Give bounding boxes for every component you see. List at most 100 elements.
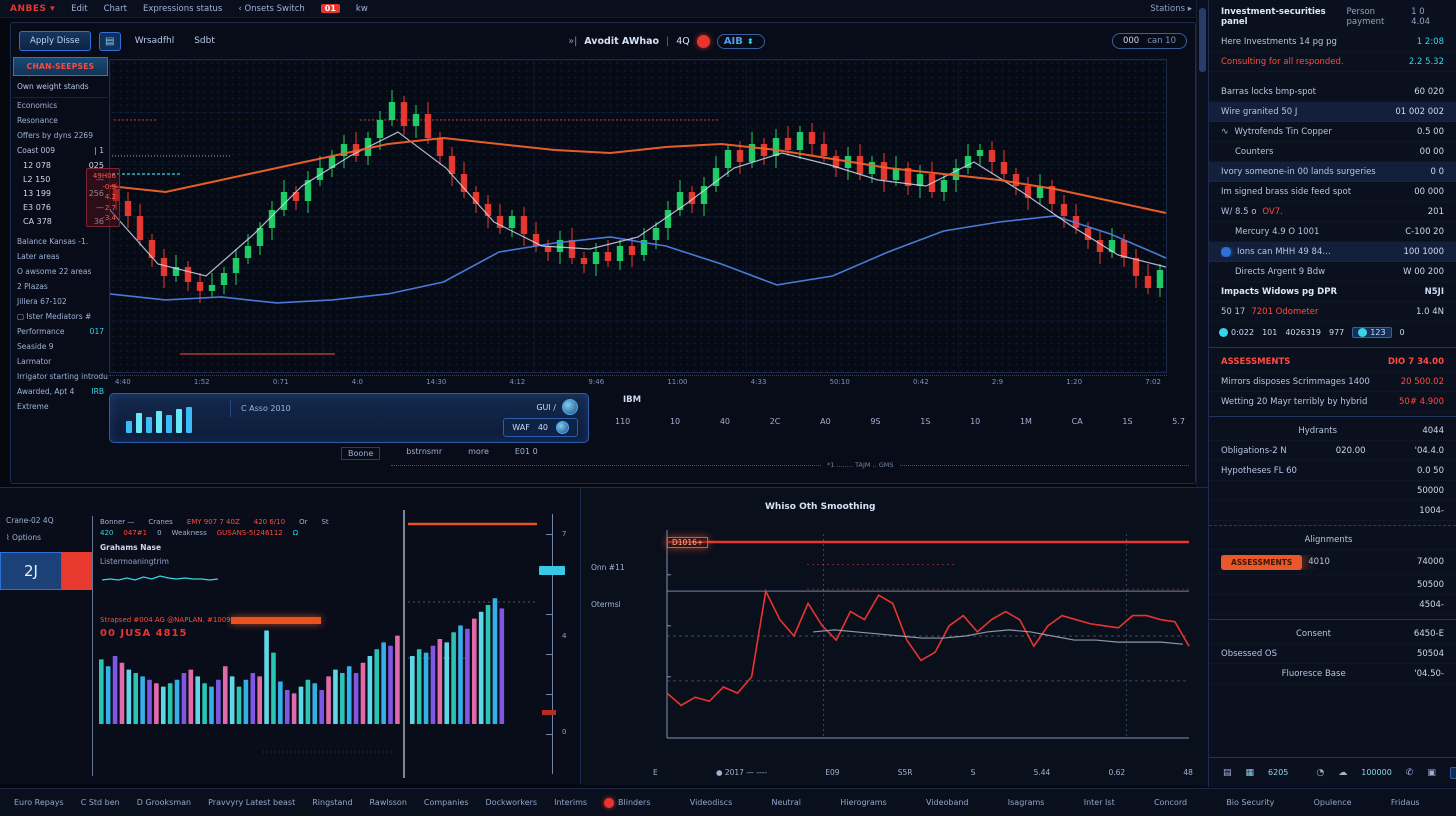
status-item-8[interactable]: Interims — [554, 798, 587, 807]
toolbar-icon-label-6[interactable]: 0000 — [1450, 767, 1456, 779]
timeframe-10-7[interactable]: 10 — [970, 417, 980, 426]
sidebar-item-low-8[interactable]: Larmator — [13, 354, 108, 369]
status-right-item-5[interactable]: Inter Ist — [1084, 798, 1115, 807]
stations-menu[interactable]: Stations ▸ — [1150, 4, 1192, 14]
sidebar-item-low-5[interactable]: ▢ Ister Mediators # — [13, 309, 108, 324]
gui-control[interactable]: GUI ∕ — [536, 399, 578, 415]
timeframe-CA-9[interactable]: CA — [1072, 417, 1083, 426]
top-menu-item-0[interactable]: Edit — [71, 4, 87, 14]
toolbar-icon-5[interactable]: ✆ — [1406, 768, 1414, 778]
stat-chip-1[interactable]: 101 — [1262, 328, 1277, 337]
sidebar-kv-10[interactable]: Awarded, Apt 4IRB — [13, 384, 108, 399]
rightbar-row-7[interactable]: Ivory someone-in 00 lands surgeries0 0 — [1209, 162, 1456, 182]
stat-chip-3[interactable]: 977 — [1329, 328, 1344, 337]
timeframe-5.7-11[interactable]: 5.7 — [1172, 417, 1185, 426]
status-right-item-9[interactable]: Fridaus — [1391, 798, 1420, 807]
stat-chip-2[interactable]: 4026319 — [1285, 328, 1321, 337]
timeframe-9S-5[interactable]: 9S — [870, 417, 880, 426]
status-item-2[interactable]: D Grooksman — [137, 798, 191, 807]
top-menu-item-3[interactable]: ‹ Onsets Switch — [238, 4, 304, 14]
status-right-item-0[interactable]: Videodiscs — [690, 798, 732, 807]
sidebar-item-low-9[interactable]: Irrigator starting introduced — [13, 369, 108, 384]
app-logo[interactable]: ANBES ▾ — [10, 4, 55, 14]
toolbar-icon-3[interactable]: ◔ — [1316, 768, 1324, 778]
timeframe-A0-4[interactable]: A0 — [820, 417, 831, 426]
top-menu-item-2[interactable]: Expressions status — [143, 4, 222, 14]
status-right-item-7[interactable]: Bio Security — [1226, 798, 1274, 807]
status-item-6[interactable]: Companies — [424, 798, 469, 807]
waf-control[interactable]: WAF 40 — [503, 418, 578, 437]
footer-tab-1[interactable]: bstrnsmr — [406, 447, 442, 460]
timeframe-label[interactable]: 4Q — [676, 36, 690, 47]
stat-chip-5[interactable]: 0 — [1400, 328, 1405, 337]
rightbar-row-11[interactable]: Ions can MHH 49 84…100 1000 — [1209, 242, 1456, 262]
sidebar-item-2[interactable]: Offers by dyns 2269 — [13, 128, 108, 143]
timeframe-1S-10[interactable]: 1S — [1122, 417, 1132, 426]
timeframe-1S-6[interactable]: 1S — [920, 417, 930, 426]
rightbar-subtitle[interactable]: Person payment — [1347, 7, 1412, 27]
status-item-3[interactable]: Pravvyry Latest beast — [208, 798, 295, 807]
ai-toggle[interactable]: AIB ⬍ — [717, 34, 765, 49]
top-menu-item-1[interactable]: Chart — [104, 4, 127, 14]
search-input[interactable]: C Asso 2010 — [230, 400, 301, 417]
volume-bars-chart[interactable] — [93, 510, 541, 778]
toolbar-icon-1[interactable]: ▦ — [1246, 768, 1255, 778]
footer-tab-2[interactable]: more — [468, 447, 489, 460]
apply-button[interactable]: Apply Disse — [19, 31, 91, 51]
scrollbar-thumb[interactable] — [1199, 8, 1206, 72]
status-item-4[interactable]: Ringstand — [312, 798, 352, 807]
rightbar-row-23: Hypotheses FL 600.0 50 — [1209, 461, 1456, 481]
stop-box[interactable] — [62, 552, 92, 590]
signal-line-chart[interactable] — [653, 530, 1193, 752]
sidebar-item-low-7[interactable]: Seaside 9 — [13, 339, 108, 354]
timeframe-110-0[interactable]: 110 — [615, 417, 630, 426]
status-right-item-6[interactable]: Concord — [1154, 798, 1187, 807]
sidebar-item-low-0[interactable]: Balance Kansas -1. — [13, 234, 108, 249]
rightbar-row-4[interactable]: Wire granited 50 J01 002 002 — [1209, 102, 1456, 122]
status-right-item-1[interactable]: Neutral — [772, 798, 802, 807]
sidebar-item-low-1[interactable]: Later areas — [13, 249, 108, 264]
collapse-icon[interactable]: »| — [568, 36, 577, 47]
assessments-button[interactable]: ASSESSMENTS — [1221, 555, 1302, 570]
toolbar-icon-4[interactable]: ☁ — [1338, 768, 1347, 778]
candlestick-chart[interactable] — [109, 59, 1167, 373]
tab-side[interactable]: Sdbt — [188, 33, 221, 49]
status-right-item-4[interactable]: Isagrams — [1008, 798, 1045, 807]
sidebar-coast-row[interactable]: Coast 009 | 1 — [13, 143, 108, 158]
tab-watchlist[interactable]: Wrsadfhl — [129, 33, 181, 49]
status-item-0[interactable]: Euro Repays — [14, 798, 64, 807]
status-right-item-8[interactable]: Opulence — [1314, 798, 1352, 807]
footer-tab-3[interactable]: E01 0 — [515, 447, 538, 460]
signal-x-label-3: S5R — [898, 768, 913, 777]
stat-chip-4[interactable]: 123 — [1352, 327, 1391, 338]
status-right-item-3[interactable]: Videoband — [926, 798, 969, 807]
sidebar-item-0[interactable]: Economics — [13, 98, 108, 113]
ob-price: L2 150 — [23, 175, 50, 184]
status-alert-badge[interactable]: Blinders — [604, 798, 650, 808]
toolbar-icon-0[interactable]: ▤ — [1223, 768, 1232, 778]
timeframe-1M-8[interactable]: 1M — [1020, 417, 1032, 426]
footer-tab-0[interactable]: Boone — [341, 447, 380, 460]
toolbar-icon-6[interactable]: ▣ — [1427, 768, 1436, 778]
timeframe-40-2[interactable]: 40 — [720, 417, 730, 426]
sidebar-item-1[interactable]: Resonance — [13, 113, 108, 128]
sidebar-item-low-2[interactable]: O awsome 22 areas — [13, 264, 108, 279]
timeframe-2C-3[interactable]: 2C — [770, 417, 781, 426]
counter-pill[interactable]: 000 can 10 — [1112, 33, 1187, 49]
sidebar-item-low-4[interactable]: Jillera 67-102 — [13, 294, 108, 309]
status-item-7[interactable]: Dockworkers — [486, 798, 538, 807]
record-icon[interactable] — [697, 35, 710, 48]
sidebar-item-low-11[interactable]: Extreme — [13, 399, 108, 414]
status-right-item-2[interactable]: Hierograms — [840, 798, 886, 807]
stat-chip-0[interactable]: 0:022 — [1219, 328, 1254, 337]
layout-icon[interactable]: ▤ — [99, 32, 121, 51]
options-label[interactable]: ⌇ Options — [0, 529, 92, 546]
count-box[interactable]: 2J — [0, 552, 62, 590]
timeframe-10-1[interactable]: 10 — [670, 417, 680, 426]
status-item-5[interactable]: Rawlsson — [370, 798, 407, 807]
threshold-badge[interactable]: D1016+ — [667, 537, 708, 548]
sidebar-item-low-3[interactable]: 2 Plazas — [13, 279, 108, 294]
symbol-name[interactable]: Avodit AWhao — [584, 36, 659, 47]
status-item-1[interactable]: C Std ben — [81, 798, 120, 807]
sidebar-kv-6[interactable]: Performance017 — [13, 324, 108, 339]
